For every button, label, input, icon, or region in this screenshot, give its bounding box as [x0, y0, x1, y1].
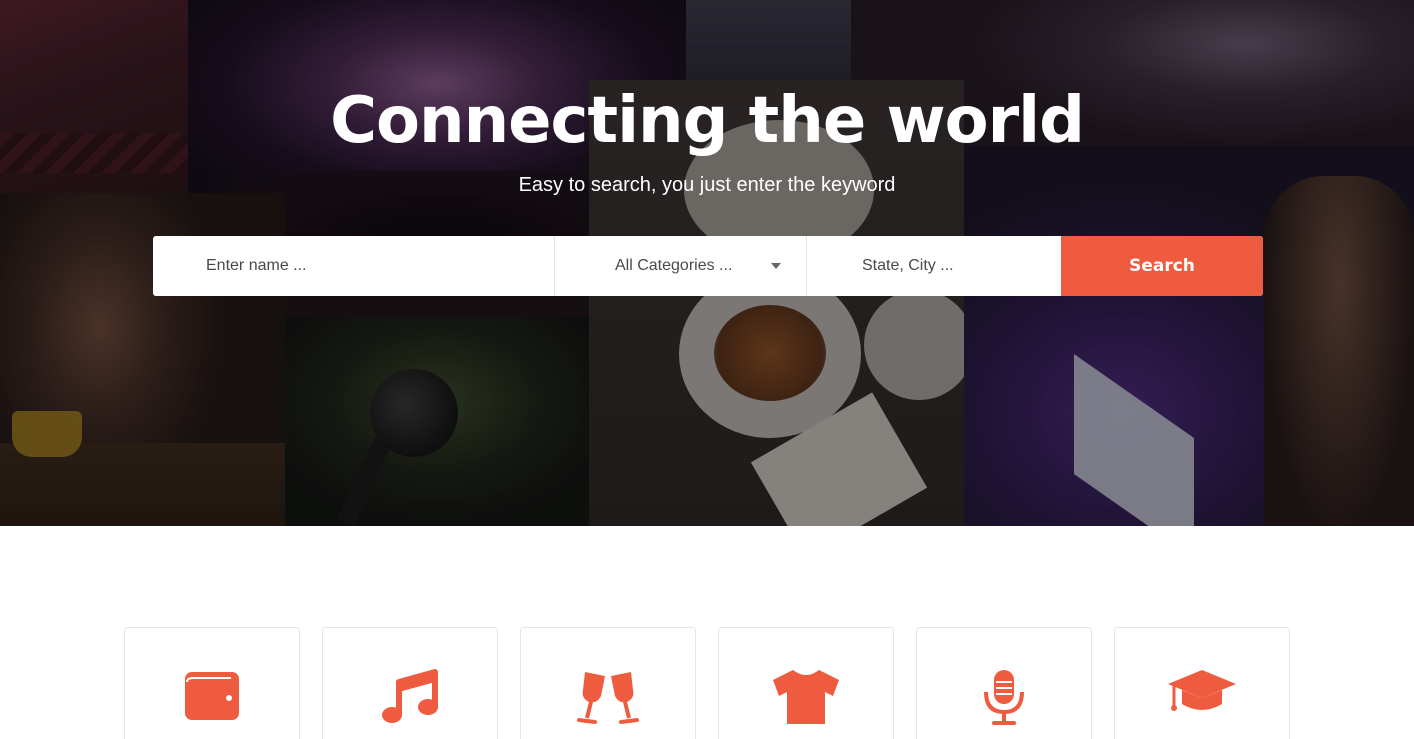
name-search-input[interactable] [153, 236, 554, 296]
wallet-icon [185, 672, 239, 720]
category-select-value: All Categories ... [615, 257, 733, 274]
location-search-input[interactable] [807, 236, 1061, 296]
category-select[interactable]: All Categories ... [555, 236, 807, 296]
tshirt-icon [773, 670, 839, 724]
category-card-drinks[interactable] [520, 627, 696, 739]
search-button[interactable]: Search [1061, 236, 1263, 296]
category-card-microphone[interactable] [916, 627, 1092, 739]
name-field-wrapper [153, 236, 555, 296]
location-field-wrapper [807, 236, 1061, 296]
microphone-icon [984, 670, 1024, 725]
hero-section: Connecting the world Easy to search, you… [0, 0, 1414, 526]
category-card-clothing[interactable] [718, 627, 894, 739]
music-note-icon [382, 669, 438, 723]
category-card-music[interactable] [322, 627, 498, 739]
chevron-down-icon [771, 263, 781, 269]
category-card-wallet[interactable] [124, 627, 300, 739]
category-card-education[interactable] [1114, 627, 1290, 739]
cheers-glasses-icon [577, 672, 639, 724]
category-cards [124, 627, 1292, 739]
hero-subtitle: Easy to search, you just enter the keywo… [518, 174, 896, 196]
hero-title: Connecting the world [330, 84, 1085, 158]
search-bar: All Categories ... Search [153, 236, 1263, 296]
graduation-cap-icon [1168, 670, 1236, 711]
